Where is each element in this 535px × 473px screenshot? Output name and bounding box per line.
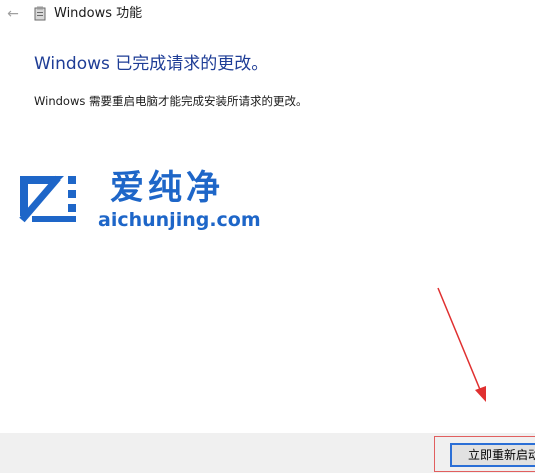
page-heading: Windows 已完成请求的更改。: [34, 54, 269, 74]
title-bar: ← Windows 功能: [0, 0, 535, 28]
watermark-url: aichunjing.com: [98, 209, 261, 231]
windows-features-icon: [34, 6, 46, 21]
restart-message: Windows 需要重启电脑才能完成安装所请求的更改。: [34, 94, 308, 108]
window-title: Windows 功能: [54, 6, 143, 21]
watermark: 爱纯净 aichunjing.com: [12, 168, 261, 232]
back-arrow-icon[interactable]: ←: [4, 5, 22, 23]
restart-now-button[interactable]: 立即重新启动: [450, 443, 535, 467]
watermark-name: 爱纯净: [110, 168, 224, 208]
watermark-logo-icon: [19, 175, 76, 223]
windows-features-dialog: ← Windows 功能 Windows 已完成请求的更改。 Windows 需…: [0, 0, 535, 473]
